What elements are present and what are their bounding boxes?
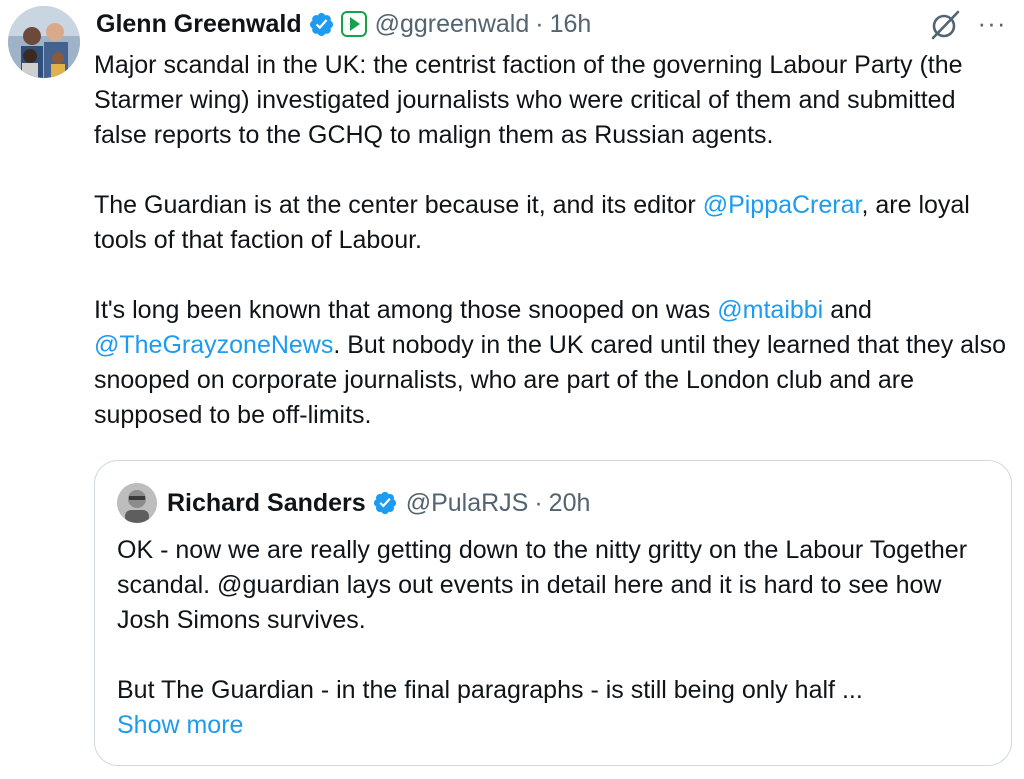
- show-more-link[interactable]: Show more: [117, 708, 997, 743]
- quoted-author-name[interactable]: Richard Sanders: [167, 489, 366, 518]
- quoted-paragraph: OK - now we are really getting down to t…: [117, 536, 968, 634]
- tweet-paragraph: The Guardian is at the center because it…: [94, 188, 1014, 258]
- separator-dot: ·: [535, 9, 544, 38]
- grok-icon[interactable]: [928, 8, 962, 42]
- text-segment: The Guardian is at the center because it…: [94, 191, 703, 219]
- author-avatar[interactable]: [8, 6, 80, 78]
- quoted-post-time[interactable]: 20h: [549, 489, 591, 518]
- tweet-paragraph: Major scandal in the UK: the centrist fa…: [94, 51, 963, 149]
- quoted-paragraph: But The Guardian - in the final paragrap…: [117, 673, 997, 743]
- mention-link[interactable]: @PippaCrerar: [703, 191, 862, 219]
- post-time[interactable]: 16h: [550, 10, 592, 39]
- text-segment: It's long been known that among those sn…: [94, 296, 718, 324]
- quoted-header: Richard Sanders @PulaRJS · 20h: [167, 483, 590, 523]
- mention-link[interactable]: @mtaibbi: [717, 296, 823, 324]
- author-handle[interactable]: @ggreenwald: [375, 10, 530, 39]
- separator-dot: ·: [534, 488, 543, 517]
- more-options-icon[interactable]: ···: [974, 8, 1010, 38]
- text-segment: and: [823, 296, 872, 324]
- verified-badge-icon[interactable]: [372, 490, 398, 516]
- mention-link[interactable]: @TheGrayzoneNews: [94, 331, 333, 359]
- quoted-tweet[interactable]: Richard Sanders @PulaRJS · 20h OK - now …: [94, 460, 1012, 766]
- tweet-paragraph: It's long been known that among those sn…: [94, 293, 1014, 433]
- quoted-text: OK - now we are really getting down to t…: [117, 533, 997, 743]
- play-affiliate-icon[interactable]: [340, 11, 367, 37]
- verified-badge-icon[interactable]: [308, 11, 335, 38]
- quoted-author-avatar[interactable]: [117, 483, 157, 523]
- quoted-author-handle[interactable]: @PulaRJS: [406, 489, 529, 518]
- author-name[interactable]: Glenn Greenwald: [96, 10, 302, 39]
- text-segment: But The Guardian - in the final paragrap…: [117, 676, 863, 704]
- tweet-text: Major scandal in the UK: the centrist fa…: [94, 48, 1014, 433]
- tweet-header: Glenn Greenwald @ggreenwald · 16h: [96, 4, 591, 44]
